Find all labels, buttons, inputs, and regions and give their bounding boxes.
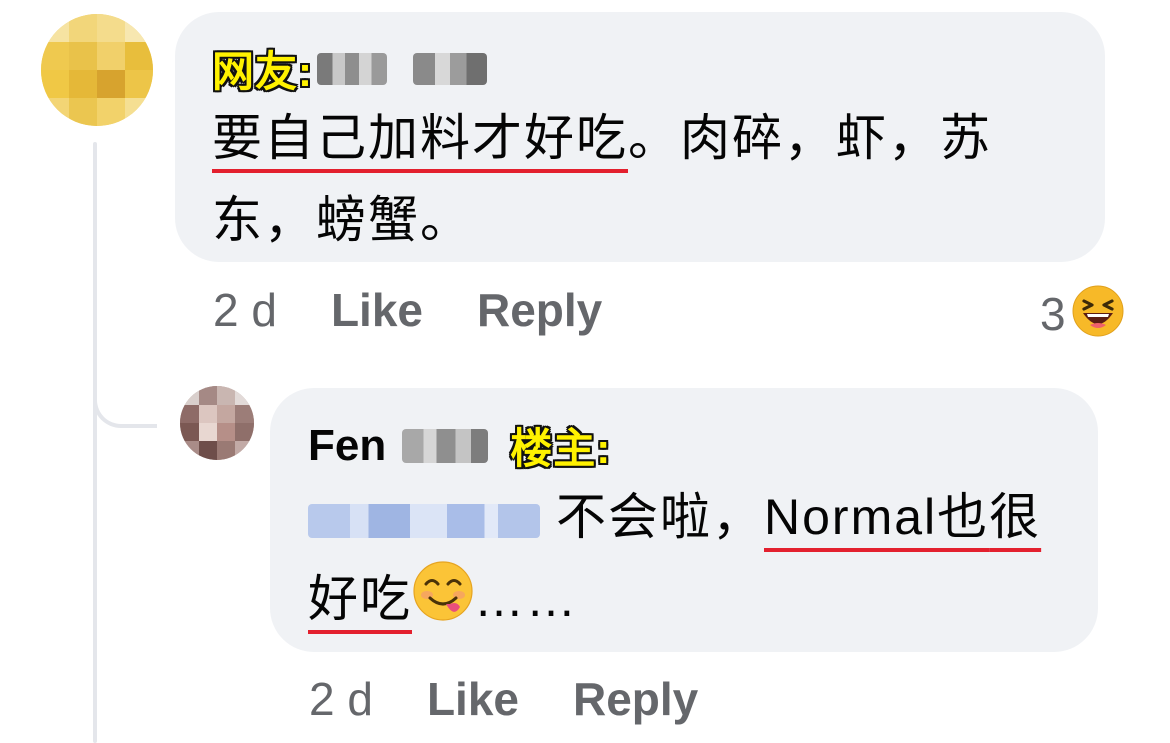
- underlined-text: Normal也: [764, 489, 990, 545]
- blurred-name: [317, 52, 387, 85]
- author-tag: 楼主:: [510, 425, 612, 472]
- underlined-text: 要自己加料才好吃: [212, 110, 628, 166]
- like-button[interactable]: Like: [427, 672, 519, 726]
- reply-text-start: 不会啦，: [556, 489, 764, 545]
- reply-connector: [93, 340, 157, 428]
- author-name[interactable]: Fen: [308, 421, 386, 471]
- timestamp[interactable]: 2 d: [309, 672, 373, 726]
- yum-emoji-icon: [412, 560, 474, 646]
- reply-author[interactable]: Fen 楼主:: [308, 415, 611, 476]
- avatar[interactable]: [41, 14, 153, 126]
- reply-text-end: ……: [474, 571, 578, 627]
- reply-text: 不会啦，Normal也很好吃 ……: [308, 476, 1078, 646]
- thread-line: [93, 142, 97, 743]
- reply-actions: 2 d Like Reply: [309, 672, 698, 726]
- laughing-emoji-icon: [1072, 285, 1124, 342]
- commenter-tag: 网友:: [212, 48, 313, 95]
- comment-text: 要自己加料才好吃。肉碎，虾，苏东，螃蟹。: [212, 97, 1082, 261]
- reaction-summary[interactable]: 3: [1040, 285, 1124, 342]
- reaction-count: 3: [1040, 287, 1066, 340]
- blurred-name: [402, 428, 489, 463]
- avatar[interactable]: [180, 386, 254, 460]
- blurred-name: [413, 52, 487, 85]
- comment-author[interactable]: 网友:: [212, 38, 487, 99]
- timestamp[interactable]: 2 d: [213, 283, 277, 337]
- reply-button[interactable]: Reply: [477, 283, 602, 337]
- like-button[interactable]: Like: [331, 283, 423, 337]
- blurred-mention[interactable]: [308, 503, 540, 538]
- reply-button[interactable]: Reply: [573, 672, 698, 726]
- comment-actions: 2 d Like Reply: [213, 283, 602, 337]
